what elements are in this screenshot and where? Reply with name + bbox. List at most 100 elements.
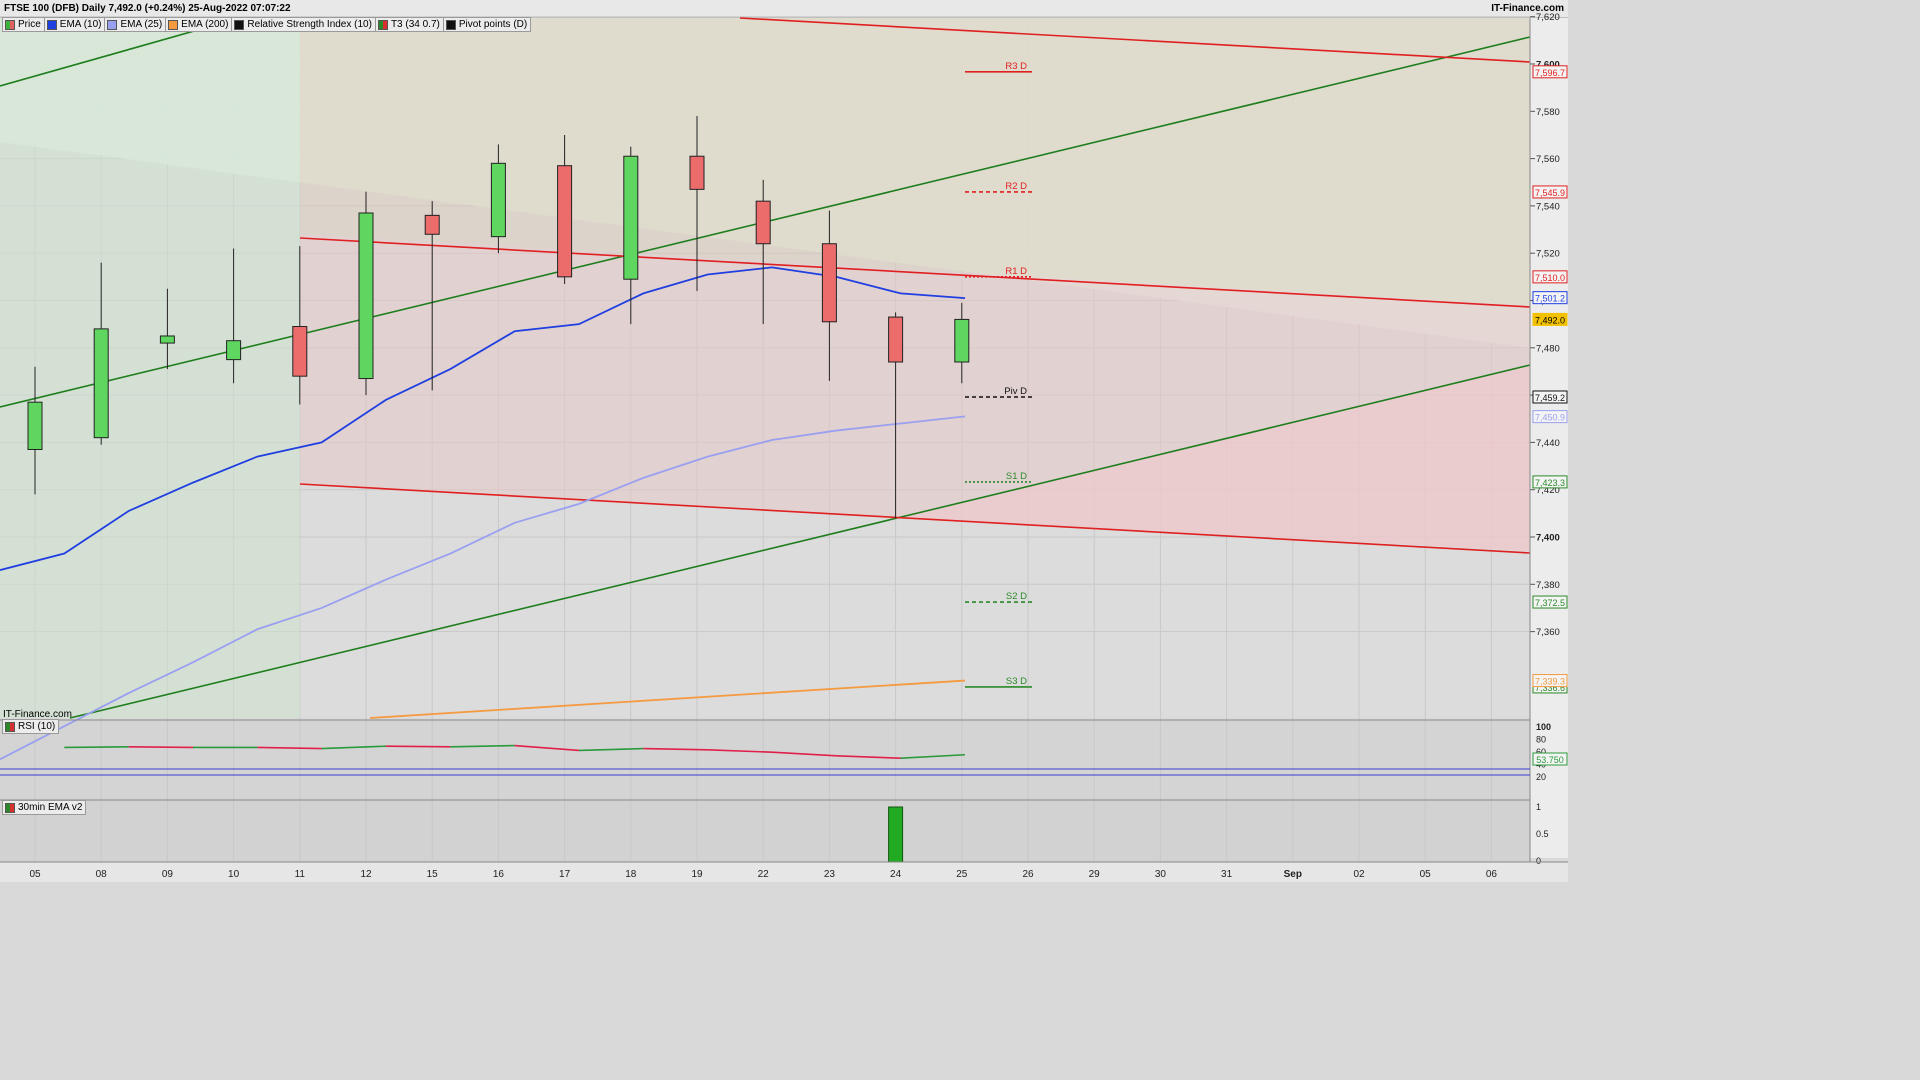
candle-body [292,326,308,377]
rsi-line-segment [128,746,194,749]
pivot-label: S2 D [1006,591,1027,602]
x-tick-label: 10 [228,869,240,880]
pivot-price-label: 7,596.7 [1535,68,1565,78]
pivot-price-label: 7,510.0 [1535,273,1565,283]
ema-panel-tick-label: 0.5 [1536,829,1549,839]
legend-item-label: Relative Strength Index (10) [247,19,372,30]
price-tag-label: 7,450.9 [1535,413,1565,423]
x-tick-label: 18 [625,869,637,880]
pivot-label: R3 D [1005,61,1027,72]
x-tick-label: 06 [1486,869,1498,880]
pivot-label: R2 D [1005,181,1027,192]
x-tick-label: 09 [162,869,174,880]
legend-item[interactable]: EMA (25) [104,17,167,32]
y-tick-label: 7,380 [1536,580,1560,591]
green-channel-left [0,18,300,718]
y-tick-label: 7,480 [1536,343,1560,354]
legend-item[interactable]: T3 (34 0.7) [374,17,444,32]
x-tick-label: 11 [295,869,306,880]
x-tick-label: 05 [29,869,41,880]
pivot-label: R1 D [1005,266,1027,277]
x-tick-label: 30 [1155,869,1167,880]
x-tick-label: 25 [956,869,968,880]
ema-signal-bar [888,806,904,863]
x-tick-label: 02 [1353,869,1365,880]
x-tick-label: 26 [1022,869,1034,880]
y-tick-label: 7,620 [1536,12,1560,23]
y-tick-label: 7,360 [1536,627,1560,638]
x-tick-label: 31 [1221,869,1233,880]
legend-item[interactable]: EMA (10) [43,17,106,32]
x-tick-label: 29 [1089,869,1101,880]
ema10-swatch-icon [46,19,57,30]
candle-body [424,214,440,235]
candle-body [226,340,242,361]
ema-panel-tick-label: 0 [1536,856,1541,866]
x-tick-label: 17 [559,869,571,880]
chart-window: FTSE 100 (DFB) Daily 7,492.0 (+0.24%) 25… [0,0,1568,882]
pivot-label: S3 D [1006,676,1027,687]
candle-body [821,243,837,323]
x-tick-label: 24 [890,869,902,880]
x-tick-label: 16 [493,869,505,880]
rsi-background [0,720,1530,800]
candle-body [888,316,904,363]
legend-item[interactable]: Price [2,17,45,32]
legend-item[interactable]: Relative Strength Index (10) [231,17,376,32]
pivot-swatch-icon [445,19,456,30]
pivot-price-label: 7,372.5 [1535,598,1565,608]
legend-item[interactable]: Pivot points (D) [442,17,532,32]
ema-panel-icon [5,802,15,813]
candle-body [159,335,175,344]
ema25-swatch-icon [107,19,118,30]
rsi-tick-label: 100 [1536,722,1551,732]
candle-body [689,155,705,190]
pivot-label: S1 D [1006,471,1027,482]
ema-panel-label[interactable]: 30min EMA v2 [2,800,87,815]
legend: Price EMA (10) EMA (25) EMA (200) Relative S… [2,17,532,32]
candle-body [954,318,970,363]
candle-body [755,200,771,245]
x-tick-label: 23 [824,869,836,880]
candle-body [490,162,506,238]
legend-item-label: Price [18,19,41,30]
y-tick-label: 7,440 [1536,438,1560,449]
candle-body [557,165,573,278]
rsi-panel-label[interactable]: RSI (10) [2,719,60,734]
pivot-price-label: 7,545.9 [1535,188,1565,198]
y-tick-label: 7,580 [1536,107,1560,118]
rsi-line-segment [385,745,451,748]
x-tick-label: 22 [758,869,770,880]
t3-swatch-icon [377,19,388,30]
ema-panel-background [0,800,1530,862]
ema-panel-tick-label: 1 [1536,802,1541,812]
price-tag-label: 7,492.0 [1535,315,1565,325]
rsi-panel-icon [5,721,15,732]
x-tick-label: 05 [1420,869,1432,880]
rsi-tick-label: 20 [1536,772,1546,782]
x-tick-label: 15 [427,869,439,880]
x-tick-label: Sep [1284,869,1302,880]
legend-item-label: T3 (34 0.7) [390,19,440,30]
rsi-tick-label: 80 [1536,735,1546,745]
candle-body [623,155,639,280]
y-tick-label: 7,400 [1536,533,1560,544]
price-swatch-icon [5,19,15,30]
y-tick-label: 7,540 [1536,201,1560,212]
pivot-price-label: 7,459.2 [1535,393,1565,403]
legend-item[interactable]: EMA (200) [165,17,233,32]
legend-item-label: Pivot points (D) [458,19,528,30]
legend-item-label: EMA (25) [120,19,163,30]
candle-body [93,328,109,439]
rsi-value-label: 53.750 [1536,755,1564,765]
pivot-label: Piv D [1004,386,1027,397]
chart-svg[interactable]: R3 D R2 D R1 D Piv D S1 D S2 D S3 D 7,360 7,380… [0,0,1568,882]
pivot-price-label: 7,423.3 [1535,478,1565,488]
candle-body [358,212,374,380]
price-tag-label: 7,339.3 [1535,677,1565,687]
price-tag-label: 7,501.2 [1535,294,1565,304]
ema-panel-label-text: 30min EMA v2 [18,802,83,813]
legend-item-label: EMA (10) [59,19,102,30]
rsi-line-segment [64,746,129,749]
candle-body [27,401,43,450]
